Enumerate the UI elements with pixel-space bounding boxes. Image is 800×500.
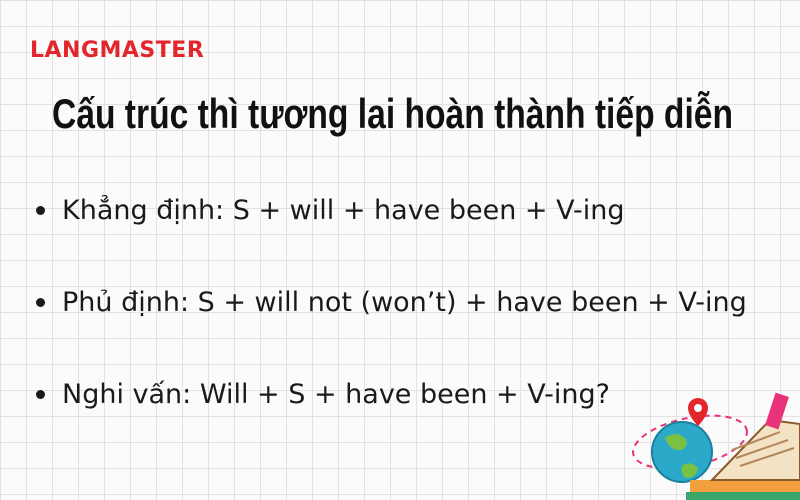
bullet-icon bbox=[36, 205, 45, 215]
brand-logo: LANGMASTER bbox=[30, 38, 205, 63]
globe-icon bbox=[651, 421, 713, 483]
map-pin-icon bbox=[688, 398, 708, 426]
page-title: Cấu trúc thì tương lai hoàn thành tiếp d… bbox=[52, 90, 734, 137]
bullet-icon bbox=[36, 297, 45, 307]
bullet-icon bbox=[36, 389, 45, 399]
affirmative-structure: Khẳng định: S + will + have been + V-ing bbox=[62, 194, 625, 226]
negative-structure: Phủ định: S + will not (won’t) + have be… bbox=[62, 286, 747, 318]
interrogative-structure: Nghi vấn: Will + S + have been + V-ing? bbox=[62, 378, 610, 410]
list-item: Phủ định: S + will not (won’t) + have be… bbox=[30, 282, 747, 322]
globe-book-illustration bbox=[632, 392, 800, 500]
list-item: Khẳng định: S + will + have been + V-ing bbox=[30, 190, 747, 230]
